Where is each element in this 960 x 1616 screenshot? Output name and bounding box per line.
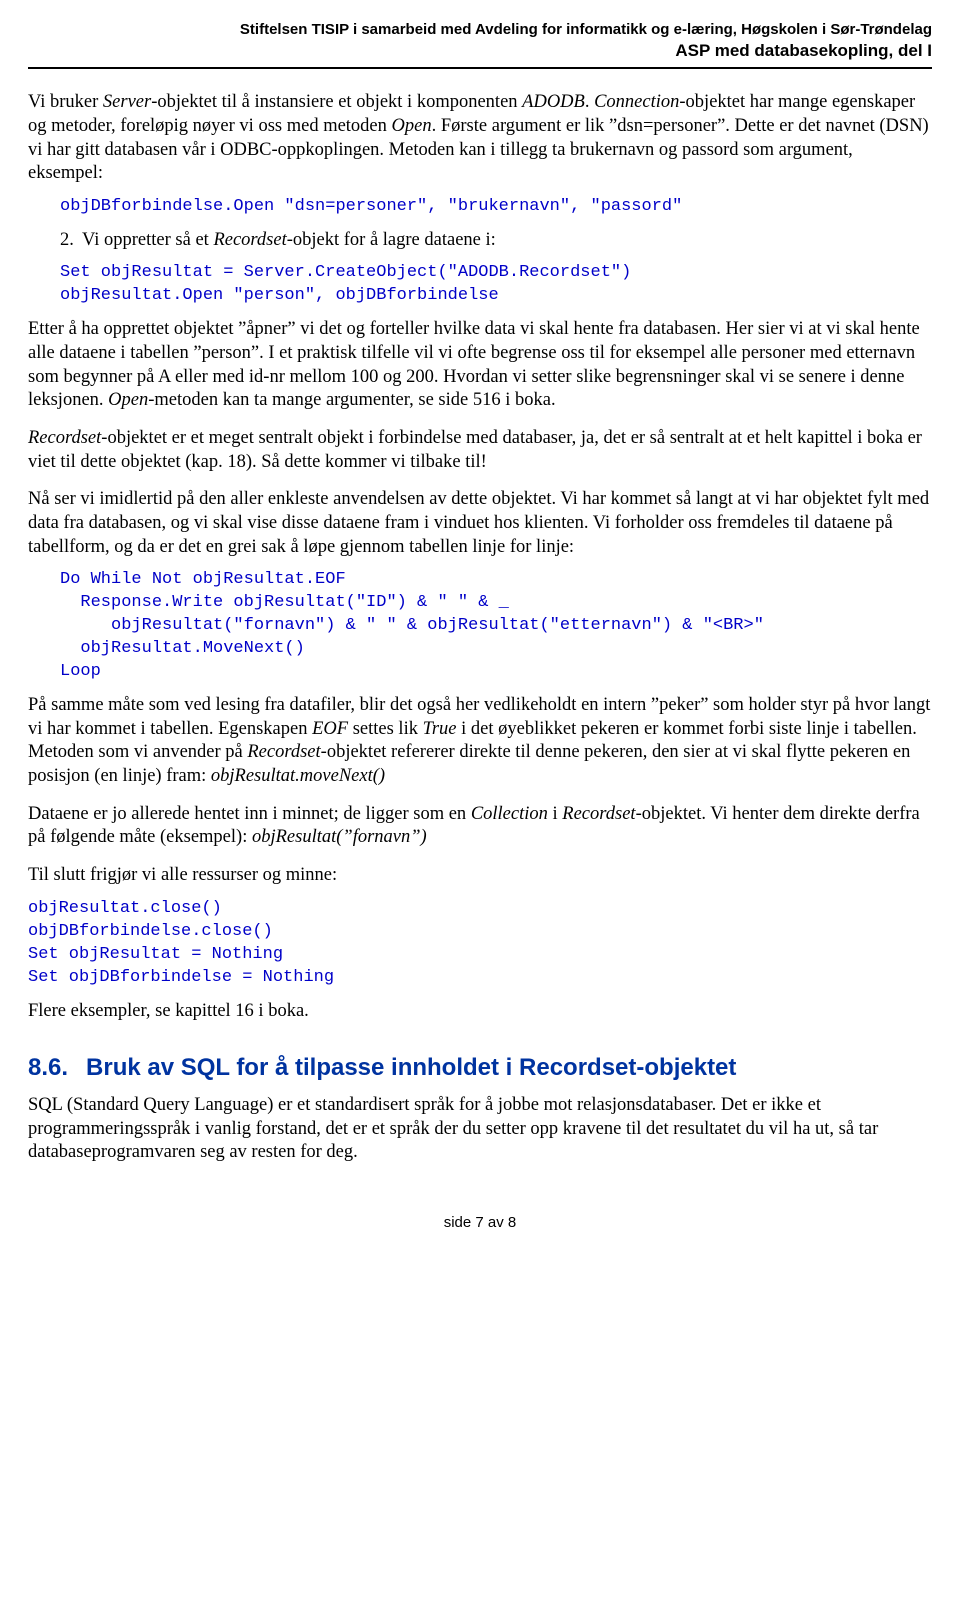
paragraph-free-resources: Til slutt frigjør vi alle ressurser og m… <box>28 864 932 888</box>
paragraph-intro: Vi bruker Server-objektet til å instansi… <box>28 91 932 186</box>
list-number: 2. <box>60 229 74 253</box>
paragraph-recordset-central: Recordset-objektet er et meget sentralt … <box>28 427 932 474</box>
paragraph-open-explain: Etter å ha opprettet objektet ”åpner” vi… <box>28 318 932 413</box>
list-item-2: 2. Vi oppretter så et Recordset-objekt f… <box>60 229 932 253</box>
paragraph-sql-intro: SQL (Standard Query Language) er et stan… <box>28 1094 932 1165</box>
section-title: Bruk av SQL for å tilpasse innholdet i R… <box>86 1054 736 1081</box>
section-heading-8-6: 8.6. Bruk av SQL for å tilpasse innholdet… <box>28 1053 932 1084</box>
paragraph-more-examples: Flere eksempler, se kapittel 16 i boka. <box>28 1000 932 1024</box>
paragraph-loop-intro: Nå ser vi imidlertid på den aller enkles… <box>28 488 932 559</box>
code-open-dsn: objDBforbindelse.Open "dsn=personer", "b… <box>60 196 932 219</box>
section-number: 8.6. <box>28 1053 68 1084</box>
code-close: objResultat.close() objDBforbindelse.clo… <box>28 898 932 990</box>
code-create-recordset: Set objResultat = Server.CreateObject("A… <box>60 262 932 308</box>
list-step-2: 2. Vi oppretter så et Recordset-objekt f… <box>60 229 932 253</box>
code-loop: Do While Not objResultat.EOF Response.Wr… <box>60 569 932 684</box>
page-footer: side 7 av 8 <box>28 1213 932 1232</box>
paragraph-collection: Dataene er jo allerede hentet inn i minn… <box>28 803 932 850</box>
page-header: Stiftelsen TISIP i samarbeid med Avdelin… <box>28 20 932 63</box>
header-title-line: ASP med databasekopling, del I <box>28 40 932 63</box>
paragraph-eof: På samme måte som ved lesing fra datafil… <box>28 694 932 789</box>
header-rule <box>28 67 932 69</box>
header-org-line: Stiftelsen TISIP i samarbeid med Avdelin… <box>28 20 932 40</box>
